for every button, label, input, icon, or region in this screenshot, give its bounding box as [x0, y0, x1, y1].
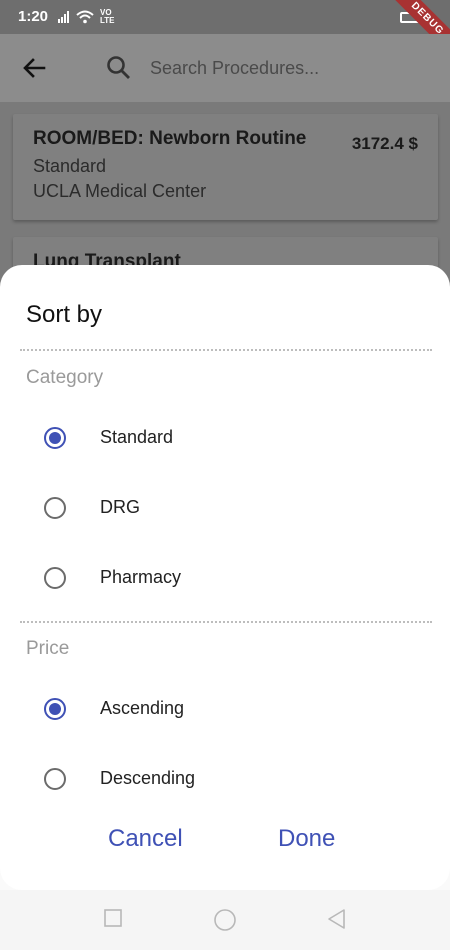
radio-button[interactable] — [44, 497, 66, 519]
signal-icon — [58, 11, 69, 23]
home-icon[interactable] — [213, 908, 237, 932]
procedure-title: ROOM/BED: Newborn Routine — [33, 128, 307, 149]
radio-option-drg[interactable]: DRG — [0, 477, 450, 537]
done-button[interactable]: Done — [278, 825, 335, 853]
option-label: DRG — [100, 497, 140, 517]
radio-button[interactable] — [44, 768, 66, 790]
sheet-title: Sort by — [26, 301, 103, 328]
option-label: Standard — [100, 427, 174, 447]
arrow-back-icon — [23, 58, 46, 78]
back-nav-icon[interactable] — [326, 908, 346, 930]
procedure-card[interactable]: ROOM/BED: Newborn Routine Standard UCLA … — [13, 114, 438, 220]
search-icon — [107, 56, 130, 79]
back-button[interactable] — [18, 54, 50, 82]
procedure-category: Standard — [33, 156, 107, 176]
divider — [20, 621, 432, 623]
divider — [20, 349, 432, 351]
status-bar: 1:20 VO LTE DEBUG — [0, 0, 450, 65]
radio-option-standard[interactable]: Standard — [0, 407, 450, 467]
price-section-label: Price — [26, 638, 70, 659]
radio-option-pharmacy[interactable]: Pharmacy — [0, 547, 450, 607]
sort-bottom-sheet: Sort by Category Standard DRG Pharmacy P… — [0, 265, 450, 890]
procedure-provider: UCLA Medical Center — [33, 181, 207, 201]
cancel-button[interactable]: Cancel — [108, 825, 183, 853]
option-label: Ascending — [100, 698, 185, 718]
radio-option-ascending[interactable]: Ascending — [0, 678, 450, 738]
radio-option-descending[interactable]: Descending — [0, 748, 450, 808]
status-icons: VO LTE — [58, 9, 115, 25]
system-nav-bar — [0, 890, 450, 950]
wifi-icon — [76, 10, 94, 24]
volte-indicator: VO LTE — [100, 8, 115, 25]
radio-button[interactable] — [44, 567, 66, 589]
recents-icon[interactable] — [103, 908, 123, 928]
category-section-label: Category — [26, 367, 104, 388]
app-bar — [0, 34, 450, 102]
option-label: Pharmacy — [100, 567, 182, 587]
procedure-price: 3172.4 $ — [351, 134, 418, 153]
radio-button[interactable] — [44, 427, 66, 449]
option-label: Descending — [100, 768, 196, 788]
search-input[interactable] — [150, 54, 430, 82]
status-time: 1:20 — [18, 8, 49, 25]
radio-button[interactable] — [44, 698, 66, 720]
